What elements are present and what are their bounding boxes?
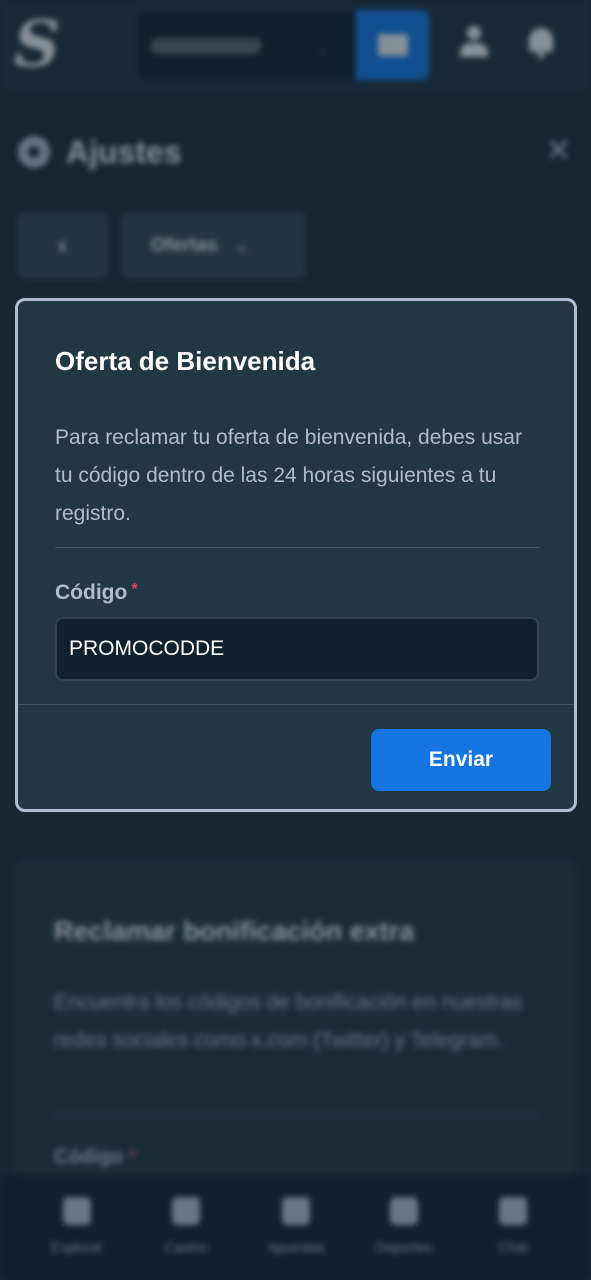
welcome-offer-title: Oferta de Bienvenida: [55, 346, 316, 376]
code-input[interactable]: [55, 617, 539, 681]
welcome-offer-card: Oferta de Bienvenida Para reclamar tu of…: [15, 298, 577, 812]
code-field-label: Código *: [55, 581, 138, 605]
welcome-offer-description: Para reclamar tu oferta de bienvenida, d…: [55, 426, 522, 525]
required-mark: *: [131, 581, 138, 598]
code-label-text: Código: [55, 581, 128, 604]
divider: [55, 547, 540, 548]
submit-button[interactable]: Enviar: [371, 729, 551, 791]
footer-divider: [18, 704, 574, 705]
